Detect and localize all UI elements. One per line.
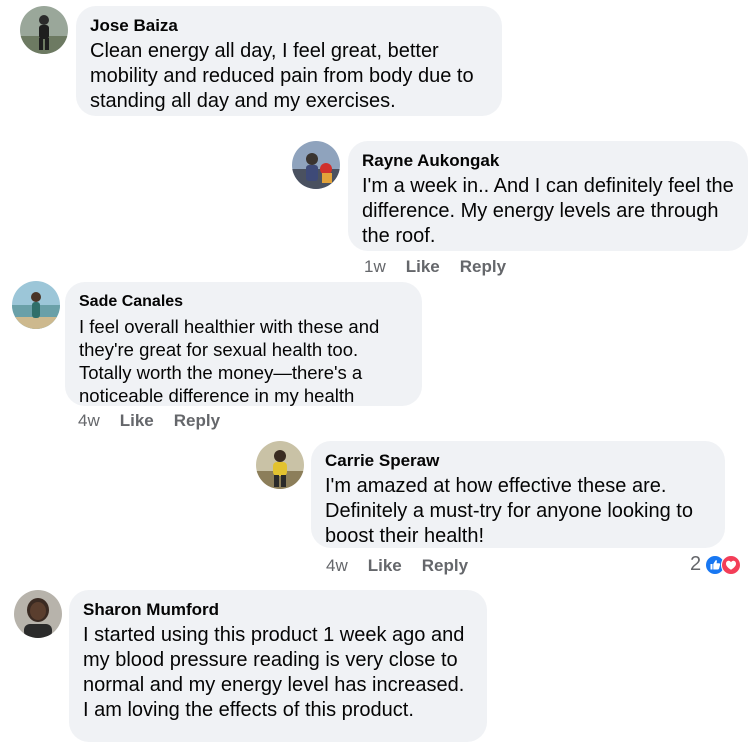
- comment-author[interactable]: Carrie Speraw: [325, 450, 711, 472]
- comment-actions: 4w Like Reply: [78, 411, 220, 431]
- avatar-sharon-mumford[interactable]: [14, 590, 62, 638]
- comment-text: I feel overall healthier with these and …: [79, 316, 380, 406]
- like-button[interactable]: Like: [368, 556, 402, 576]
- comment-bubble: Sade Canales I feel overall healthier wi…: [65, 282, 422, 406]
- avatar-rayne-aukongak[interactable]: [292, 141, 340, 189]
- comment-text: I started using this product 1 week ago …: [83, 624, 465, 721]
- comment-actions: 1w Like Reply: [364, 257, 506, 277]
- like-button[interactable]: Like: [406, 257, 440, 277]
- comment-timestamp[interactable]: 4w: [326, 556, 348, 576]
- avatar-jose-baiza[interactable]: [20, 6, 68, 54]
- reply-button[interactable]: Reply: [422, 556, 468, 576]
- comment-bubble: Jose Baiza Clean energy all day, I feel …: [76, 6, 502, 116]
- comment-bubble: Carrie Speraw I'm amazed at how effectiv…: [311, 441, 725, 548]
- comment-timestamp[interactable]: 1w: [364, 257, 386, 277]
- avatar-sade-canales[interactable]: [12, 281, 60, 329]
- comment-author[interactable]: Sade Canales: [79, 291, 408, 313]
- comment-text: Clean energy all day, I feel great, bett…: [90, 40, 474, 112]
- reply-button[interactable]: Reply: [174, 411, 220, 431]
- comment-text: I'm amazed at how effective these are. D…: [325, 475, 693, 547]
- avatar-carrie-speraw[interactable]: [256, 441, 304, 489]
- comment-author[interactable]: Jose Baiza: [90, 15, 488, 37]
- comment-timestamp[interactable]: 4w: [78, 411, 100, 431]
- comment-actions: 4w Like Reply: [326, 556, 468, 576]
- comment-bubble: Sharon Mumford I started using this prod…: [69, 590, 487, 742]
- reply-button[interactable]: Reply: [460, 257, 506, 277]
- comment-text: I'm a week in.. And I can definitely fee…: [362, 175, 734, 247]
- reaction-summary[interactable]: 2: [690, 553, 742, 576]
- love-icon: [721, 554, 742, 575]
- like-button[interactable]: Like: [120, 411, 154, 431]
- comment-author[interactable]: Sharon Mumford: [83, 599, 473, 621]
- reaction-count: 2: [690, 553, 702, 575]
- comment-bubble: Rayne Aukongak I'm a week in.. And I can…: [348, 141, 748, 251]
- comment-author[interactable]: Rayne Aukongak: [362, 150, 734, 172]
